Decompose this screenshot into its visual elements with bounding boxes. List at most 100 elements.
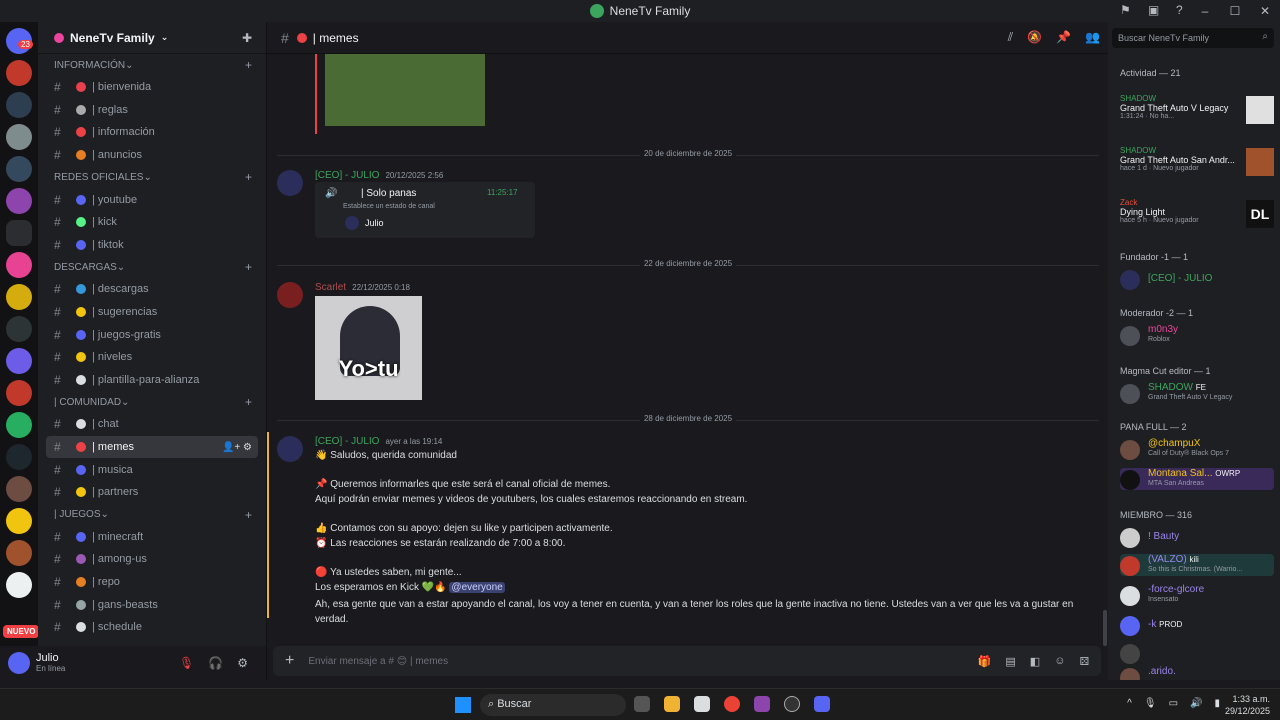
store-icon[interactable]: [694, 696, 710, 712]
server-icon[interactable]: [6, 444, 32, 470]
search-input[interactable]: Buscar NeneTv Family ⌕: [1112, 28, 1274, 48]
channel-item[interactable]: # | kick: [46, 211, 258, 234]
microphone-icon[interactable]: 🎙: [1144, 698, 1157, 709]
server-icon[interactable]: [6, 92, 32, 118]
server-icon[interactable]: [6, 540, 32, 566]
category-header[interactable]: REDES OFICIALES ⌄ +: [46, 166, 258, 188]
server-icon[interactable]: [6, 124, 32, 150]
deafen-icon[interactable]: 🎧: [208, 656, 223, 670]
pinned-icon[interactable]: 📌: [1056, 30, 1071, 45]
channel-item[interactable]: # | tiktok: [46, 234, 258, 257]
github-icon[interactable]: [784, 696, 800, 712]
message-input[interactable]: + Enviar mensaje a # 😊 | memes 🎁 ▤ ◧ ☺ ⚄: [273, 646, 1101, 676]
everyone-mention[interactable]: @everyone: [449, 582, 505, 593]
server-icon[interactable]: [6, 380, 32, 406]
server-icon[interactable]: [6, 156, 32, 182]
category-header[interactable]: | COMUNIDAD ⌄ +: [46, 391, 258, 413]
battery-icon[interactable]: ▮: [1214, 698, 1220, 709]
notifications-icon[interactable]: 🔕: [1027, 30, 1042, 45]
channel-item[interactable]: # | youtube: [46, 188, 258, 211]
volume-icon[interactable]: 🔊: [1190, 698, 1202, 709]
server-icon[interactable]: [6, 476, 32, 502]
author-name[interactable]: [CEO] - JULIO: [315, 170, 379, 181]
folder-icon[interactable]: [6, 220, 32, 246]
threads-icon[interactable]: ⫽: [1008, 30, 1013, 45]
sticker-icon[interactable]: ◧: [1030, 655, 1040, 668]
inbox-icon[interactable]: ⚑: [1120, 3, 1134, 17]
channel-item[interactable]: # | reglas: [46, 99, 258, 122]
member-item[interactable]: Montana Sal... OWRP MTA San Andreas: [1120, 468, 1274, 490]
category-header[interactable]: INFORMACIÓN ⌄ +: [46, 54, 258, 76]
channel-item[interactable]: # | musica: [46, 458, 258, 481]
member-item[interactable]: .arido.: [1120, 666, 1274, 680]
server-header[interactable]: NeneTv Family ⌄ ✚: [38, 22, 266, 54]
channel-item[interactable]: # | memes 👤+ ⚙: [46, 435, 258, 459]
category-header[interactable]: DESCARGAS ⌄ +: [46, 256, 258, 278]
author-name[interactable]: Scarlet: [315, 282, 346, 293]
server-icon[interactable]: [6, 188, 32, 214]
category-header[interactable]: | JUEGOS ⌄ +: [46, 504, 258, 526]
clock[interactable]: 1:33 a.m. 29/12/2025: [1225, 693, 1270, 717]
gift-icon[interactable]: 🎁: [978, 655, 992, 668]
channel-settings-icon[interactable]: 👤+ ⚙: [222, 442, 252, 453]
invite-people-icon[interactable]: ✚: [242, 31, 252, 45]
avatar[interactable]: [8, 652, 30, 674]
chrome-icon[interactable]: [724, 696, 740, 712]
mute-icon[interactable]: 🎙: [179, 656, 194, 670]
activity-card[interactable]: SHADOW Grand Theft Auto V Legacy 1:31:24…: [1120, 94, 1274, 124]
add-channel-icon[interactable]: +: [245, 58, 252, 72]
activity-card[interactable]: Zack Dying Light hace 5 h · Nuevo jugado…: [1120, 198, 1274, 228]
minimize-button[interactable]: –: [1190, 4, 1220, 18]
avatar[interactable]: [277, 436, 303, 462]
chevron-up-icon[interactable]: ^: [1127, 698, 1132, 709]
discord-icon[interactable]: [814, 696, 830, 712]
window-icon[interactable]: ▣: [1148, 3, 1162, 17]
channel-item[interactable]: # | niveles: [46, 346, 258, 369]
avatar[interactable]: [277, 170, 303, 196]
channel-item[interactable]: # | repo: [46, 571, 258, 594]
activity-card[interactable]: SHADOW Grand Theft Auto San Andr... hace…: [1120, 146, 1274, 176]
member-item[interactable]: (VALZO) kili So this is Christmas. (Warri…: [1120, 554, 1274, 576]
channel-item[interactable]: # | juegos-gratis: [46, 323, 258, 346]
author-name[interactable]: [CEO] - JULIO: [315, 436, 379, 447]
member-item[interactable]: m0n3y Roblox: [1120, 324, 1274, 346]
channel-item[interactable]: # | plantilla-para-alianza: [46, 369, 258, 392]
member-item[interactable]: -force-glcore Insensato: [1120, 584, 1274, 606]
attach-plus-icon[interactable]: +: [285, 652, 294, 670]
close-button[interactable]: ✕: [1250, 4, 1280, 18]
channel-item[interactable]: # | chat: [46, 413, 258, 436]
emoji-icon[interactable]: ☺: [1054, 655, 1065, 668]
member-item[interactable]: ! Bauty: [1120, 526, 1274, 548]
add-channel-icon[interactable]: +: [245, 395, 252, 409]
file-explorer-icon[interactable]: [664, 696, 680, 712]
server-icon[interactable]: [6, 284, 32, 310]
server-icon[interactable]: [6, 572, 32, 598]
channel-item[interactable]: # | descargas: [46, 278, 258, 301]
member-item[interactable]: SHADOW FE Grand Theft Auto V Legacy: [1120, 382, 1274, 404]
avatar[interactable]: [277, 282, 303, 308]
add-channel-icon[interactable]: +: [245, 170, 252, 184]
server-icon[interactable]: [6, 508, 32, 534]
app-icon[interactable]: [754, 696, 770, 712]
server-icon[interactable]: [6, 412, 32, 438]
member-item[interactable]: @champuX Call of Duty® Black Ops 7: [1120, 438, 1274, 460]
network-icon[interactable]: ▭: [1169, 698, 1178, 709]
channel-item[interactable]: # | sugerencias: [46, 301, 258, 324]
channel-item[interactable]: # | anuncios: [46, 144, 258, 167]
scrollbar[interactable]: [1103, 610, 1107, 646]
server-icon[interactable]: [6, 348, 32, 374]
start-windows-icon[interactable]: [455, 697, 471, 713]
channel-item[interactable]: # | among-us: [46, 548, 258, 571]
apps-icon[interactable]: ⚄: [1079, 655, 1089, 668]
server-icon[interactable]: [6, 60, 32, 86]
channel-item[interactable]: # | bienvenida: [46, 76, 258, 99]
member-item[interactable]: -k PROD: [1120, 614, 1274, 636]
voice-channel-name[interactable]: | Solo panas: [361, 188, 416, 199]
meme-image[interactable]: Yo>tu: [315, 296, 422, 400]
members-icon[interactable]: 👥: [1085, 30, 1100, 45]
add-channel-icon[interactable]: +: [245, 508, 252, 522]
channel-item[interactable]: # | información: [46, 121, 258, 144]
channel-item[interactable]: # | gans-beasts: [46, 593, 258, 616]
image-attachment[interactable]: [325, 54, 485, 126]
settings-gear-icon[interactable]: ⚙: [237, 656, 248, 670]
